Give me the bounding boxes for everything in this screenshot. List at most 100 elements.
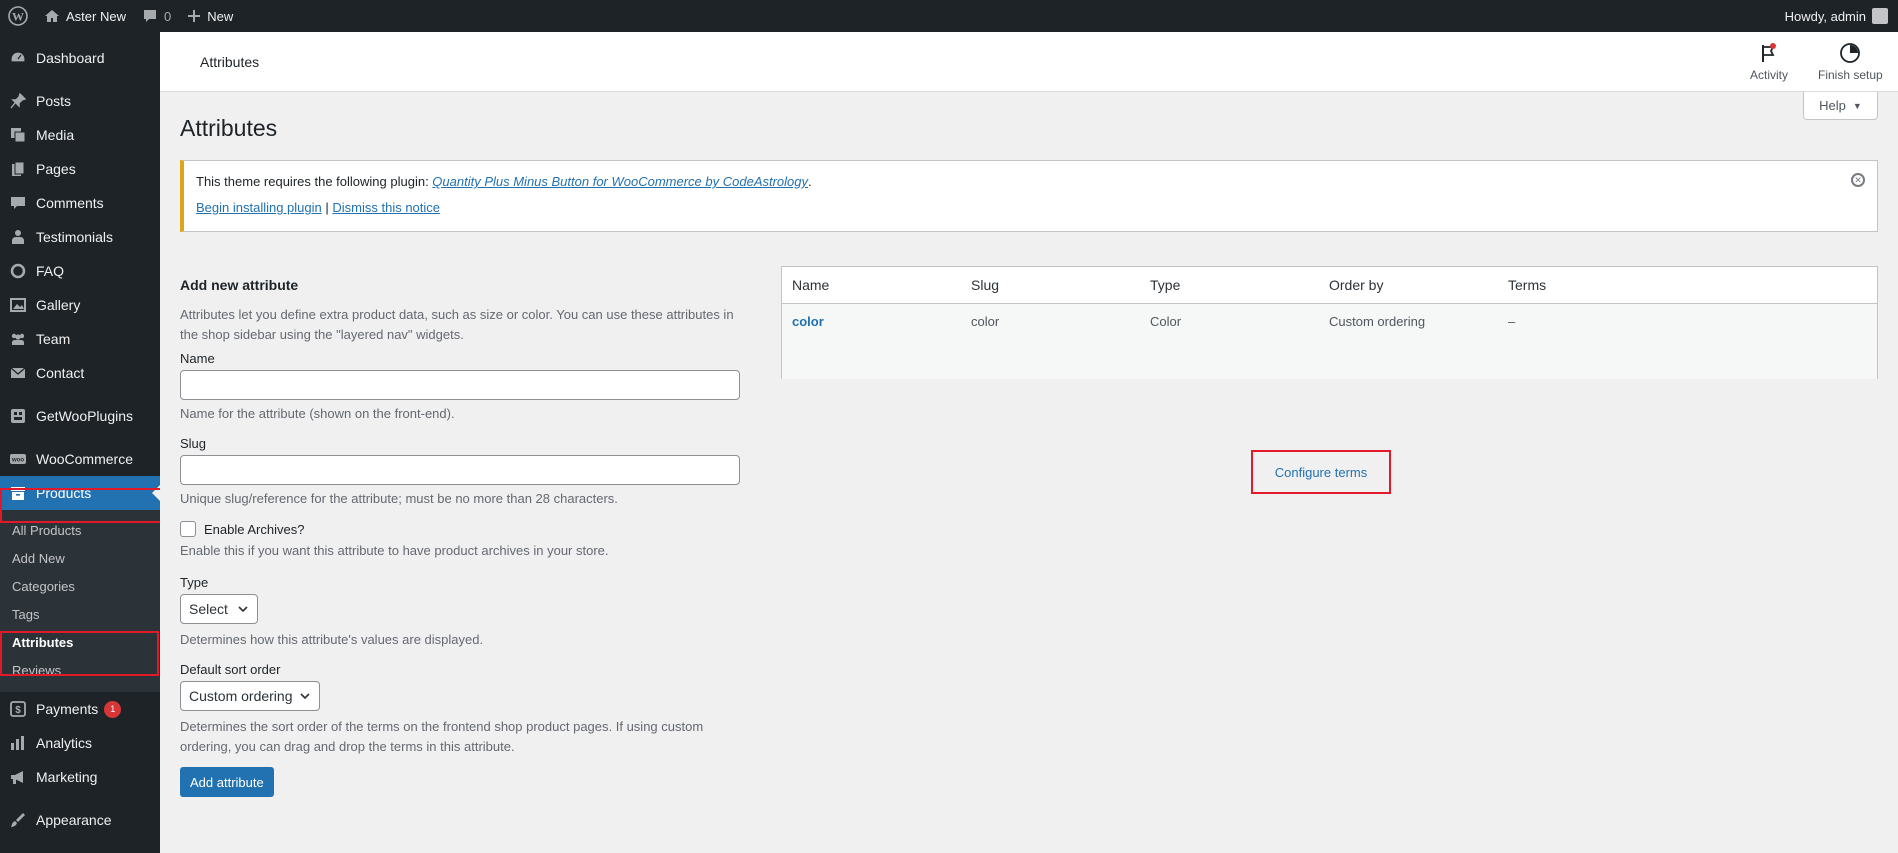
sidebar-item-label: Products [36,485,92,501]
type-label: Type [180,575,209,590]
sidebar-item-pages[interactable]: Pages [0,152,160,186]
new-label: New [207,8,234,24]
sidebar-item-marketing[interactable]: Marketing [0,760,160,794]
form-heading: Add new attribute [180,277,299,293]
submenu-item-categories[interactable]: Categories [0,573,160,601]
submenu-item-all-products[interactable]: All Products [0,517,160,545]
plugin-link[interactable]: Quantity Plus Minus Button for WooCommer… [432,174,808,189]
sidebar-item-label: Payments [36,701,99,717]
cell-terms: – [1508,314,1516,329]
sidebar-item-label: GetWooPlugins [36,408,134,424]
dashboard-icon [8,48,28,68]
triangle-down-icon: ▼ [1852,100,1862,111]
sidebar-item-posts[interactable]: Posts [0,84,160,118]
cell-name: color [782,314,961,379]
new-content-link[interactable]: New [179,0,241,32]
sidebar-item-analytics[interactable]: Analytics [0,726,160,760]
sidebar-item-dashboard[interactable]: Dashboard [0,41,160,75]
sidebar-item-contact[interactable]: Contact [0,356,160,390]
sidebar-item-appearance[interactable]: Appearance [0,803,160,837]
plugin-icon [8,406,28,426]
form-intro: Attributes let you define extra product … [180,307,734,342]
comment-icon [8,193,28,213]
sidebar-item-woocommerce[interactable]: woo WooCommerce [0,442,160,476]
name-input[interactable] [180,370,740,400]
attribute-name-link[interactable]: color [792,314,824,329]
comments-link[interactable]: 0 [134,0,179,32]
activity-label: Activity [1750,68,1789,82]
archives-description: Enable this if you want this attribute t… [180,543,609,558]
chart-icon [8,733,28,753]
activity-button[interactable]: Activity [1750,42,1788,82]
woo-icon: woo [8,449,28,469]
add-attribute-button[interactable]: Add attribute [180,767,274,797]
svg-text:$: $ [15,705,21,716]
pages-icon [8,159,28,179]
admin-bar: W Aster New 0 New Howdy, admin [0,0,1898,32]
enable-archives-checkbox[interactable] [180,521,196,537]
page-title: Attributes [180,115,278,141]
submenu-item-add-new[interactable]: Add New [0,545,160,573]
sort-order-select[interactable]: Custom ordering [180,681,320,711]
breadcrumb: Attributes [200,54,260,70]
column-type: Type [1150,277,1181,293]
chevron-down-icon [300,693,310,700]
type-select[interactable]: Select [180,594,258,624]
sidebar-item-label: Appearance [36,812,112,828]
slug-input[interactable] [180,455,740,485]
megaphone-icon [8,767,28,787]
products-submenu: All Products Add New Categories Tags Att… [0,510,160,692]
name-description: Name for the attribute (shown on the fro… [180,406,455,421]
plus-icon [188,10,201,22]
slug-label: Slug [180,436,207,451]
sidebar-item-products[interactable]: Products [0,476,160,510]
submenu-item-reviews[interactable]: Reviews [0,657,160,685]
comments-count: 0 [163,8,172,24]
site-name-link[interactable]: Aster New [36,0,134,32]
sidebar-item-payments[interactable]: $ Payments 1 [0,692,160,726]
submenu-item-tags[interactable]: Tags [0,601,160,629]
sidebar-item-comments[interactable]: Comments [0,186,160,220]
submenu-item-attributes[interactable]: Attributes [0,629,160,657]
circle-icon [8,261,28,281]
type-description: Determines how this attribute's values a… [180,632,484,647]
column-terms: Terms [1508,277,1547,293]
home-icon [45,10,59,22]
column-order-by: Order by [1329,277,1384,293]
dismiss-notice-link[interactable]: Dismiss this notice [332,200,440,215]
sidebar-item-testimonials[interactable]: Testimonials [0,220,160,254]
sort-order-label: Default sort order [180,662,281,677]
wordpress-logo-icon[interactable]: W [0,0,36,32]
account-menu[interactable]: Howdy, admin [1777,0,1898,32]
help-tab-button[interactable]: Help ▼ [1803,92,1878,120]
sidebar-item-getwooplugins[interactable]: GetWooPlugins [0,399,160,433]
enable-archives-label: Enable Archives? [204,521,305,537]
finish-setup-button[interactable]: Finish setup [1818,42,1883,82]
close-icon[interactable]: ✕ [1851,173,1865,187]
configure-terms-link[interactable]: Configure terms [1251,450,1391,494]
media-icon [8,125,28,145]
site-name: Aster New [66,8,126,24]
brush-icon [8,810,28,830]
cell-slug: color [971,314,1000,329]
slug-description: Unique slug/reference for the attribute;… [180,491,618,506]
chevron-down-icon [238,606,248,613]
pin-icon [8,91,28,111]
column-name: Name [792,277,830,293]
howdy-text: Howdy, admin [1784,8,1866,24]
table-header: Name Slug Type Order by Terms [782,267,1877,304]
help-label: Help [1819,98,1846,113]
sidebar-item-faq[interactable]: FAQ [0,254,160,288]
comment-icon [143,10,156,22]
svg-text:W: W [12,10,24,24]
sidebar-item-gallery[interactable]: Gallery [0,288,160,322]
sidebar-item-label: Testimonials [36,229,114,245]
sidebar-item-media[interactable]: Media [0,118,160,152]
sidebar-item-team[interactable]: Team [0,322,160,356]
dollar-icon: $ [8,699,28,719]
cell-order-by: Custom ordering [1329,314,1426,329]
payments-badge: 1 [104,700,122,718]
attributes-table: Name Slug Type Order by Terms color colo… [781,266,1878,379]
gallery-icon [8,295,28,315]
begin-installing-link[interactable]: Begin installing plugin [196,200,322,215]
